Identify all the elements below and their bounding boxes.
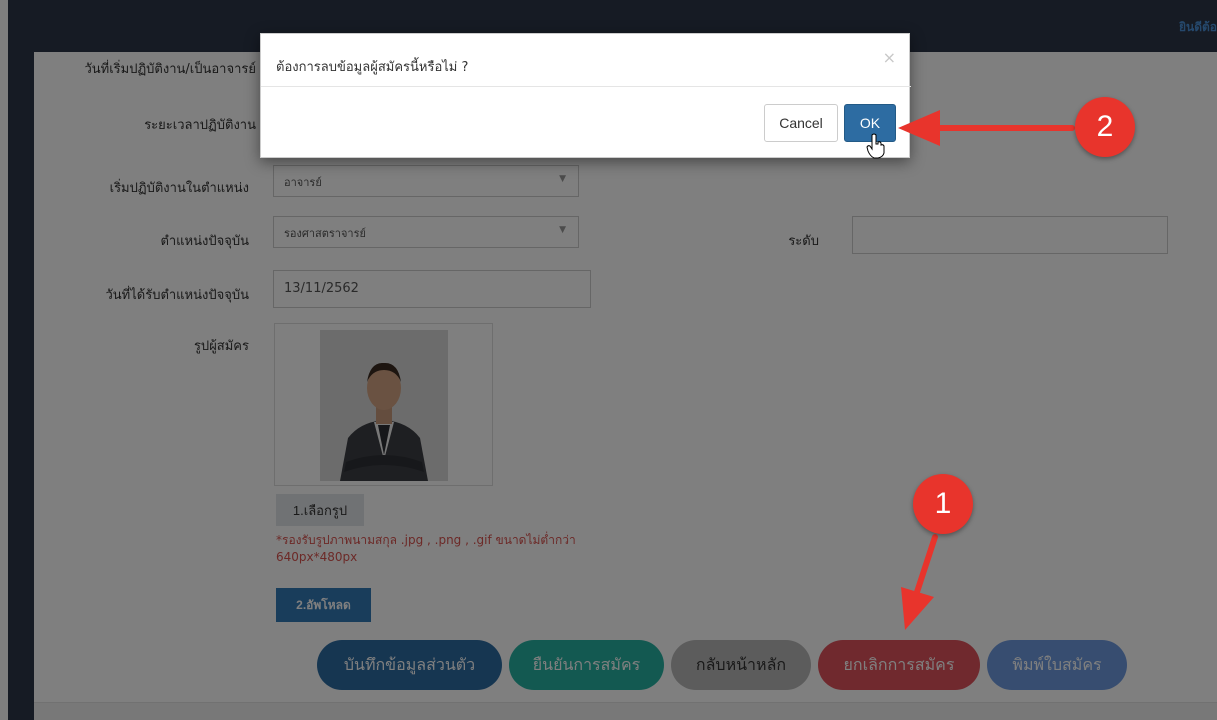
- arrow-to-cancel-head: [901, 587, 934, 630]
- step-1-badge: 1: [913, 474, 973, 534]
- arrow-to-ok-head: [898, 110, 940, 146]
- step-2-badge: 2: [1075, 97, 1135, 157]
- arrow-to-cancel-line: [914, 534, 938, 595]
- screen: ยินดีต้อ วันที่เริ่มปฏิบัติงาน/เป็นอาจาร…: [0, 0, 1217, 720]
- annotation-arrows: [898, 110, 1075, 630]
